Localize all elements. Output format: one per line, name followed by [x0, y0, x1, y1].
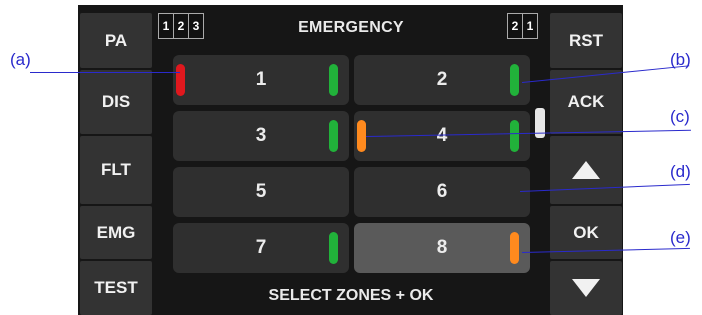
zone-button-7[interactable]: 7 [173, 223, 349, 273]
zone-button-3[interactable]: 3 [173, 111, 349, 161]
zone-status-right-indicator [510, 232, 519, 264]
screen-header: 1 2 3 EMERGENCY 2 1 [156, 5, 546, 53]
down-button[interactable] [550, 261, 622, 315]
panel-display: PA DIS FLT EMG TEST 1 2 3 EMERGENCY 2 1 … [78, 5, 623, 315]
callout-e-label: (e) [670, 228, 691, 247]
zone-label: 3 [255, 125, 267, 146]
emg-button[interactable]: EMG [80, 206, 152, 259]
digit-box: 2 [507, 13, 523, 39]
flt-button[interactable]: FLT [80, 136, 152, 204]
pa-button[interactable]: PA [80, 13, 152, 68]
up-triangle-icon [572, 161, 600, 179]
dis-button[interactable]: DIS [80, 70, 152, 134]
zone-button-6[interactable]: 6 [354, 167, 530, 217]
digit-box: 1 [522, 13, 538, 39]
up-button[interactable] [550, 136, 622, 204]
callout-c-label: (c) [670, 107, 690, 126]
callout-a-label: (a) [10, 50, 31, 69]
zone-label: 5 [255, 181, 267, 202]
zone-status-right-indicator [329, 64, 338, 96]
left-button-column: PA DIS FLT EMG TEST [78, 5, 154, 315]
zone-label: 6 [436, 181, 448, 202]
zone-status-right-indicator [329, 120, 338, 152]
zone-status-right-indicator [510, 64, 519, 96]
right-digit-indicator: 2 1 [507, 13, 538, 39]
zone-status-left-indicator [176, 64, 185, 96]
screen-title: EMERGENCY [298, 19, 404, 36]
zone-label: 7 [255, 237, 267, 258]
zone-button-5[interactable]: 5 [173, 167, 349, 217]
callout-d-label: (d) [670, 162, 691, 181]
zone-button-2[interactable]: 2 [354, 55, 530, 105]
rst-button[interactable]: RST [550, 13, 622, 68]
zone-button-8[interactable]: 8 [354, 223, 530, 273]
zone-status-left-indicator [357, 120, 366, 152]
down-triangle-icon [572, 279, 600, 297]
ack-button[interactable]: ACK [550, 70, 622, 134]
zone-label: 8 [436, 237, 448, 258]
zone-label: 1 [255, 69, 267, 90]
callout-a-line [30, 72, 180, 73]
right-button-column: RST ACK OK [548, 5, 624, 315]
status-footer: SELECT ZONES + OK [268, 287, 434, 304]
zone-status-right-indicator [510, 120, 519, 152]
test-button[interactable]: TEST [80, 261, 152, 315]
zone-label: 2 [436, 69, 448, 90]
zone-button-1[interactable]: 1 [173, 55, 349, 105]
zone-status-right-indicator [329, 232, 338, 264]
